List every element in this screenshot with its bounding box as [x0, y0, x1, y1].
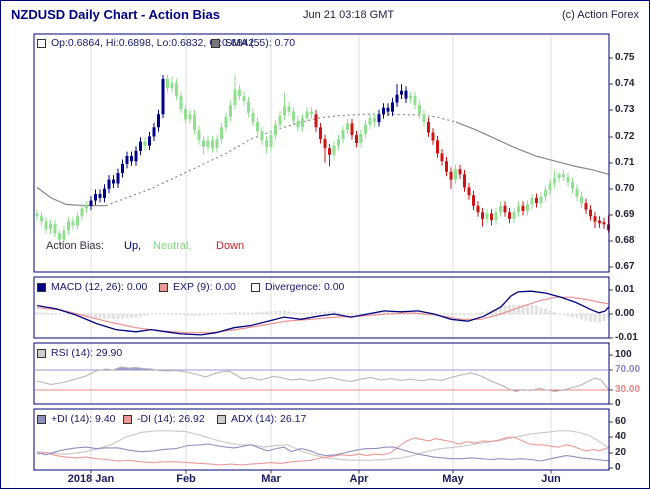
sma-legend-label: SMA (55): 0.70 — [225, 37, 296, 49]
exp-legend: EXP (9): 0.00 — [159, 281, 236, 293]
divergence-legend-label: Divergence: 0.00 — [265, 281, 345, 293]
action-bias-up: Up, — [124, 240, 142, 252]
action-bias-down: Down — [216, 240, 245, 252]
macd-swatch-icon — [37, 282, 46, 292]
action-bias-label: Action Bias: — [46, 240, 105, 252]
exp-legend-label: EXP (9): 0.00 — [173, 281, 236, 293]
macd-legend: MACD (12, 26): 0.00 — [37, 281, 147, 293]
rsi-legend-label: RSI (14): 29.90 — [51, 347, 123, 359]
adx-legend-label: ADX (14): 26.17 — [231, 413, 307, 425]
rsi-swatch-icon — [37, 348, 46, 358]
minus-di-legend-label: -DI (14): 26.92 — [137, 413, 205, 425]
plus-di-swatch-icon — [37, 414, 46, 424]
divergence-legend: Divergence: 0.00 — [251, 281, 344, 293]
exp-swatch-icon — [159, 282, 168, 292]
sma-legend: SMA (55): 0.70 — [211, 37, 295, 49]
sma-swatch-icon — [211, 38, 220, 48]
rsi-legend: RSI (14): 29.90 — [37, 347, 122, 359]
divergence-swatch-icon — [251, 282, 260, 292]
minus-di-swatch-icon — [123, 414, 132, 424]
minus-di-legend: -DI (14): 26.92 — [123, 413, 205, 425]
action-bias-neutral: Neutral, — [153, 240, 192, 252]
macd-legend-label: MACD (12, 26): 0.00 — [51, 281, 148, 293]
chart-window: NZDUSD Daily Chart - Action Bias Jun 21 … — [0, 0, 650, 489]
plus-di-legend: +DI (14): 9.40 — [37, 413, 116, 425]
adx-legend: ADX (14): 26.17 — [217, 413, 306, 425]
ohlc-swatch-icon — [37, 38, 46, 48]
plus-di-legend-label: +DI (14): 9.40 — [51, 413, 116, 425]
adx-swatch-icon — [217, 414, 226, 424]
